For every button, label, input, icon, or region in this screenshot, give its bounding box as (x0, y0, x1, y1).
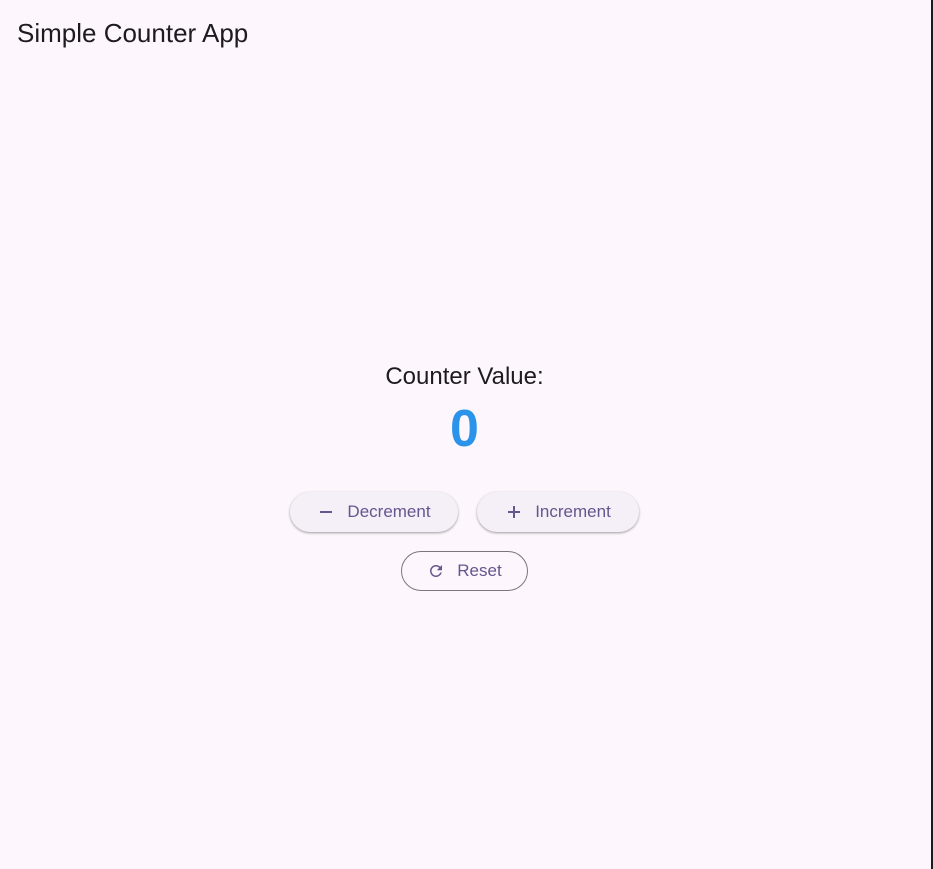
plus-icon (505, 503, 523, 521)
reset-button-label: Reset (457, 561, 502, 580)
decrement-button[interactable]: Decrement (290, 492, 458, 532)
app-bar: Simple Counter App (0, 0, 931, 66)
app-window: Simple Counter App Counter Value: 0 Decr… (0, 0, 933, 869)
increment-button-label: Increment (535, 502, 611, 521)
reset-button[interactable]: Reset (401, 551, 528, 591)
app-title: Simple Counter App (17, 18, 249, 48)
decrement-button-label: Decrement (347, 502, 431, 521)
counter-value: 0 (450, 400, 479, 458)
refresh-icon (427, 562, 445, 580)
counter-label: Counter Value: (385, 363, 544, 390)
minus-icon (317, 503, 335, 521)
increment-button[interactable]: Increment (477, 492, 639, 532)
